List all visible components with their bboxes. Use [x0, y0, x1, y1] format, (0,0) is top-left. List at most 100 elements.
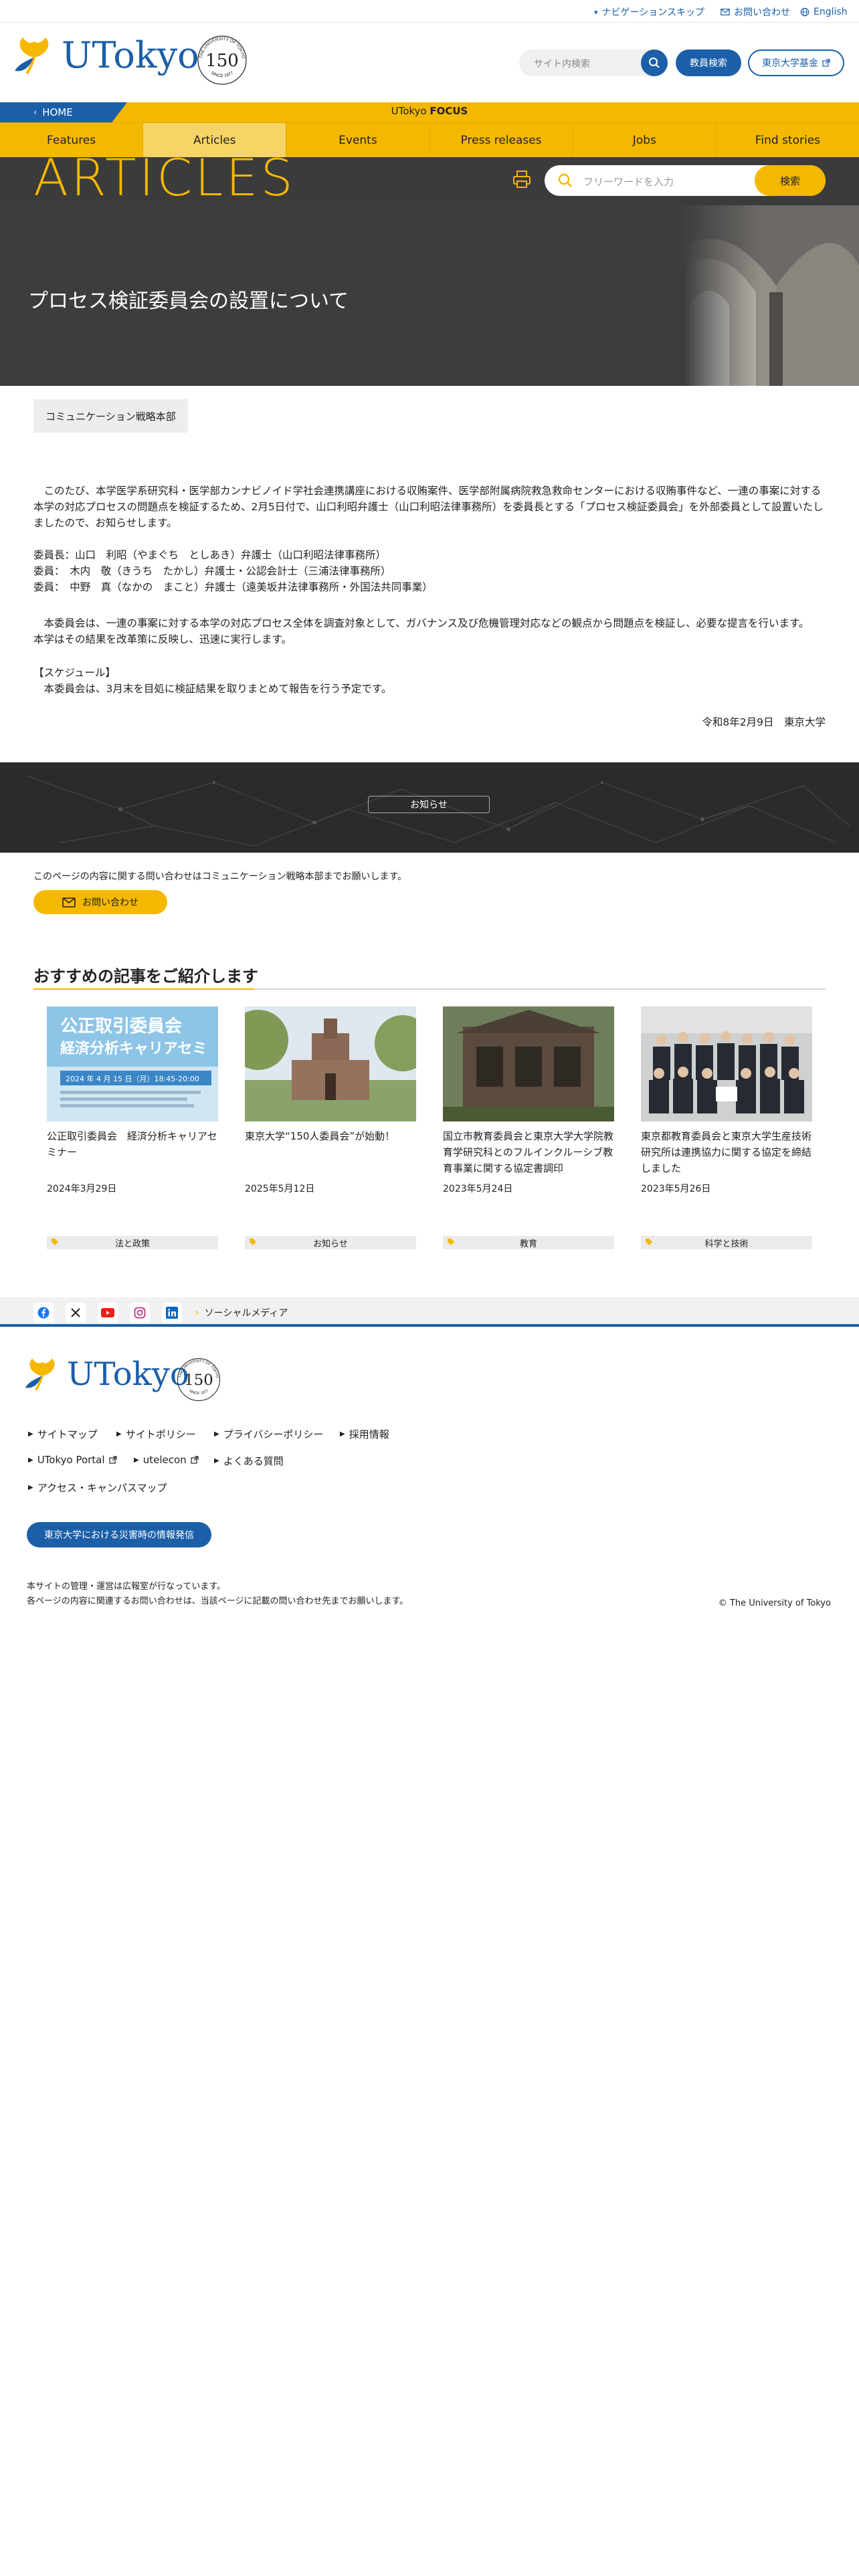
card-image-yasuda-hall [245, 1006, 416, 1121]
card-date: 2024年3月29日 [47, 1184, 117, 1194]
article-schedule: 【スケジュール】 本委員会は、3月末を目処に検証結果を取りまとめて報告を行う予定… [33, 667, 392, 695]
contact-button[interactable]: お問い合わせ [33, 890, 167, 914]
footer-link-access-map[interactable]: ▶ アクセス・キャンパスマップ [28, 1481, 167, 1495]
chevron-down-icon: ▾ [594, 7, 598, 17]
focus-prefix: UTokyo [391, 105, 430, 117]
footer-note-management: 本サイトの管理・運営は広報室が行なっています。 [27, 1582, 226, 1592]
ginkgo-logo-icon [15, 37, 49, 75]
footer-anniversary-badge: THE UNIVERSITY OF TOKYO SINCE 1877 150 [175, 1356, 222, 1403]
x-logo-icon [71, 1308, 80, 1317]
category-tag[interactable]: 教育 [443, 1236, 614, 1249]
card-image-building [443, 1006, 614, 1121]
caret-right-icon: ▶ [28, 1430, 33, 1438]
site-logo[interactable]: UTokyo [13, 35, 199, 76]
category-label: 法と政策 [114, 1239, 150, 1249]
caret-right-icon: ▶ [214, 1457, 219, 1465]
footer-note-inquiries: 各ページの内容に関連するお問い合わせは、当該ページに記載の問い合わせ先までお願い… [27, 1596, 409, 1606]
utokyo-focus-label[interactable]: UTokyo FOCUS [0, 105, 859, 117]
news-button[interactable]: お知らせ [368, 796, 490, 813]
nav-find-stories[interactable]: Find stories [717, 123, 859, 157]
faculty-search-button[interactable]: 教員検索 [676, 49, 741, 76]
footer-link-site-policy[interactable]: ▶ サイトポリシー [116, 1427, 196, 1441]
svg-text:SINCE 1877: SINCE 1877 [188, 1389, 209, 1396]
site-search-button[interactable] [641, 49, 668, 76]
faculty-search-label: 教員検索 [690, 58, 727, 69]
card-title: 東京大学“150人委員会”が始動！ [245, 1130, 395, 1142]
heading-underline [33, 988, 826, 990]
card-date: 2023年5月24日 [443, 1184, 513, 1194]
card-image-group-photo [641, 1006, 812, 1121]
nav-events[interactable]: Events [286, 123, 430, 157]
english-link[interactable]: English [800, 5, 848, 19]
facebook-link[interactable] [33, 1303, 54, 1323]
department-tag[interactable]: コミュニケーション戦略本部 [33, 399, 188, 433]
printer-icon [513, 171, 531, 188]
social-media-link[interactable]: › ソーシャルメディア [195, 1306, 288, 1319]
search-icon [649, 58, 660, 68]
tag-icon [447, 1238, 455, 1249]
svg-text:公正取引委員会: 公正取引委員会 [60, 1016, 182, 1037]
recommend-card[interactable]: 国立市教育委員会と東京大学大学院教育学研究科とのフルインクルーシブ教育事業に関す… [443, 1006, 614, 1195]
category-label: 科学と技術 [704, 1239, 749, 1249]
nav-press-releases[interactable]: Press releases [430, 123, 573, 157]
copyright: © The University of Tokyo [718, 1598, 831, 1608]
footer-link-utokyo-portal[interactable]: ▶ UTokyo Portal [28, 1454, 117, 1466]
nav-label: Press releases [460, 133, 542, 147]
keyword-search-button[interactable]: 検索 [755, 165, 826, 196]
disaster-info-button[interactable]: 東京大学における災害時の情報発信 [27, 1522, 211, 1547]
caret-right-icon: ▶ [116, 1430, 122, 1438]
recommend-card[interactable]: 公正取引委員会 経済分析キャリアセミ 2024 年 4 月 15 日（月）18:… [47, 1006, 218, 1195]
contact-note: このページの内容に関する問い合わせはコミュニケーション戦略本部までお願いします。 [33, 871, 407, 882]
category-tag[interactable]: 法と政策 [47, 1236, 218, 1249]
card-title: 東京都教育委員会と東京大学生産技術研究所は連携協力に関する協定を締結しました [641, 1130, 812, 1174]
focus-bold: FOCUS [430, 105, 468, 117]
footer-link-privacy-policy[interactable]: ▶ プライバシーポリシー [214, 1427, 323, 1441]
linkedin-link[interactable] [162, 1303, 182, 1323]
footer-link-careers[interactable]: ▶ 採用情報 [340, 1427, 389, 1441]
committee-members: 委員長：山口 利昭（やまぐち としあき）弁護士（山口利昭法律事務所） 委員： 木… [33, 549, 433, 593]
tag-icon [51, 1238, 59, 1249]
youtube-link[interactable] [98, 1303, 118, 1323]
footer-link-faq[interactable]: ▶ よくある質問 [214, 1454, 284, 1468]
nav-jobs[interactable]: Jobs [573, 123, 717, 157]
footer-link-utelecon[interactable]: ▶ utelecon [134, 1454, 199, 1466]
caret-right-icon: ▶ [214, 1430, 219, 1438]
fund-link[interactable]: 東京大学基金 [748, 49, 844, 76]
contact-button-label: お問い合わせ [82, 897, 138, 908]
x-link[interactable] [66, 1303, 86, 1323]
english-label: English [814, 7, 848, 17]
footer-link-label: サイトポリシー [125, 1428, 196, 1440]
card-date: 2023年5月26日 [641, 1184, 711, 1194]
fund-label: 東京大学基金 [762, 58, 818, 69]
article-paragraph-intro: このたび、本学医学系研究科・医学部カンナビノイド学社会連携講座における収賄案件、… [33, 485, 824, 529]
recommend-card[interactable]: 東京都教育委員会と東京大学生産技術研究所は連携協力に関する協定を締結しました 2… [641, 1006, 812, 1195]
card-title: 公正取引委員会 経済分析キャリアセミナー [47, 1130, 217, 1158]
category-label: 教育 [519, 1239, 537, 1249]
social-media-label: ソーシャルメディア [204, 1308, 288, 1319]
hero-banner: プロセス検証委員会の設置について [0, 205, 859, 386]
svg-text:経済分析キャリアセミ: 経済分析キャリアセミ [60, 1040, 207, 1057]
date-signature: 令和8年2月9日 東京大学 [702, 716, 826, 728]
caret-right-icon: ▶ [28, 1484, 33, 1491]
instagram-link[interactable] [130, 1303, 150, 1323]
nav-label: Jobs [632, 133, 656, 147]
contact-link[interactable]: お問い合わせ [721, 5, 790, 19]
category-tag[interactable]: 科学と技術 [641, 1236, 812, 1249]
site-search-placeholder: サイト内検索 [534, 59, 590, 70]
caret-right-icon: ▶ [340, 1430, 345, 1438]
recommend-card[interactable]: 東京大学“150人委員会”が始動！ 2025年5月12日 [245, 1006, 416, 1195]
print-button[interactable] [511, 169, 533, 190]
category-tag[interactable]: お知らせ [245, 1236, 416, 1249]
search-icon [558, 173, 572, 187]
footer-link-sitemap[interactable]: ▶ サイトマップ [28, 1427, 98, 1441]
skip-nav-link[interactable]: ▾ ナビゲーションスキップ [594, 5, 704, 19]
footer-logo-wordmark: UTokyo [67, 1356, 189, 1393]
footer-link-label: utelecon [142, 1454, 187, 1466]
section-title: ARTICLES [33, 148, 296, 207]
footer-logo[interactable]: UTokyo [24, 1356, 189, 1392]
keyword-search-label: 検索 [779, 175, 800, 187]
category-label: お知らせ [313, 1239, 348, 1249]
globe-icon [800, 7, 809, 17]
department-label: コミュニケーション戦略本部 [45, 410, 176, 423]
tag-icon [249, 1238, 257, 1249]
